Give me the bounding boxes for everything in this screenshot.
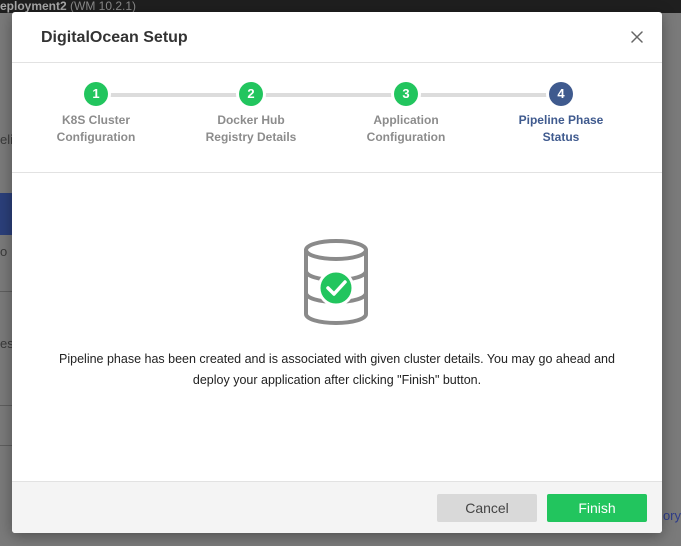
step-label-line: Status: [542, 130, 580, 144]
setup-wizard-steps: 1 K8S Cluster Configuration 2 Docker Hub…: [12, 63, 662, 173]
dialog-footer: Cancel Finish: [12, 481, 662, 533]
dialog-title: DigitalOcean Setup: [41, 29, 188, 46]
dialog-body: Pipeline phase has been created and is a…: [12, 173, 662, 479]
step-label-line: Application: [373, 113, 439, 127]
background-divider: [0, 405, 12, 406]
close-button[interactable]: [628, 28, 646, 46]
step-label-line: Registry Details: [205, 130, 297, 144]
step-label-line: Pipeline Phase: [518, 113, 604, 127]
step-number-badge: 1: [84, 82, 108, 106]
background-link-fragment: ory: [662, 508, 681, 523]
wizard-step-docker-hub[interactable]: 2 Docker Hub Registry Details: [181, 82, 321, 146]
background-divider: [0, 445, 12, 446]
wizard-step-pipeline-phase[interactable]: 4 Pipeline Phase Status: [491, 82, 631, 146]
database-check-icon: [304, 239, 368, 326]
status-message-line: deploy your application after clicking "…: [192, 373, 482, 387]
background-divider: [0, 291, 12, 292]
step-label-line: Docker Hub: [217, 113, 285, 127]
step-number-badge: 3: [394, 82, 418, 106]
digitalocean-setup-dialog: DigitalOcean Setup 1 K8S Cluster Configu…: [12, 12, 662, 533]
step-number-badge: 2: [239, 82, 263, 106]
status-message-line: Pipeline phase has been created and is a…: [59, 352, 615, 366]
status-message: Pipeline phase has been created and is a…: [12, 349, 662, 391]
step-label: Docker Hub Registry Details: [181, 112, 321, 146]
step-number-badge: 4: [549, 82, 573, 106]
dialog-header: DigitalOcean Setup: [12, 12, 662, 63]
wizard-step-k8s-cluster[interactable]: 1 K8S Cluster Configuration: [26, 82, 166, 146]
close-icon: [631, 31, 643, 43]
step-label: K8S Cluster Configuration: [26, 112, 166, 146]
background-blue-block: [0, 193, 12, 235]
step-label-line: K8S Cluster: [61, 113, 131, 127]
background-text-fragment: o: [0, 244, 8, 259]
finish-button[interactable]: Finish: [547, 494, 647, 522]
wizard-step-application[interactable]: 3 Application Configuration: [336, 82, 476, 146]
step-label: Pipeline Phase Status: [491, 112, 631, 146]
step-label-line: Configuration: [56, 130, 136, 144]
step-label: Application Configuration: [336, 112, 476, 146]
cancel-button[interactable]: Cancel: [437, 494, 537, 522]
step-label-line: Configuration: [366, 130, 446, 144]
